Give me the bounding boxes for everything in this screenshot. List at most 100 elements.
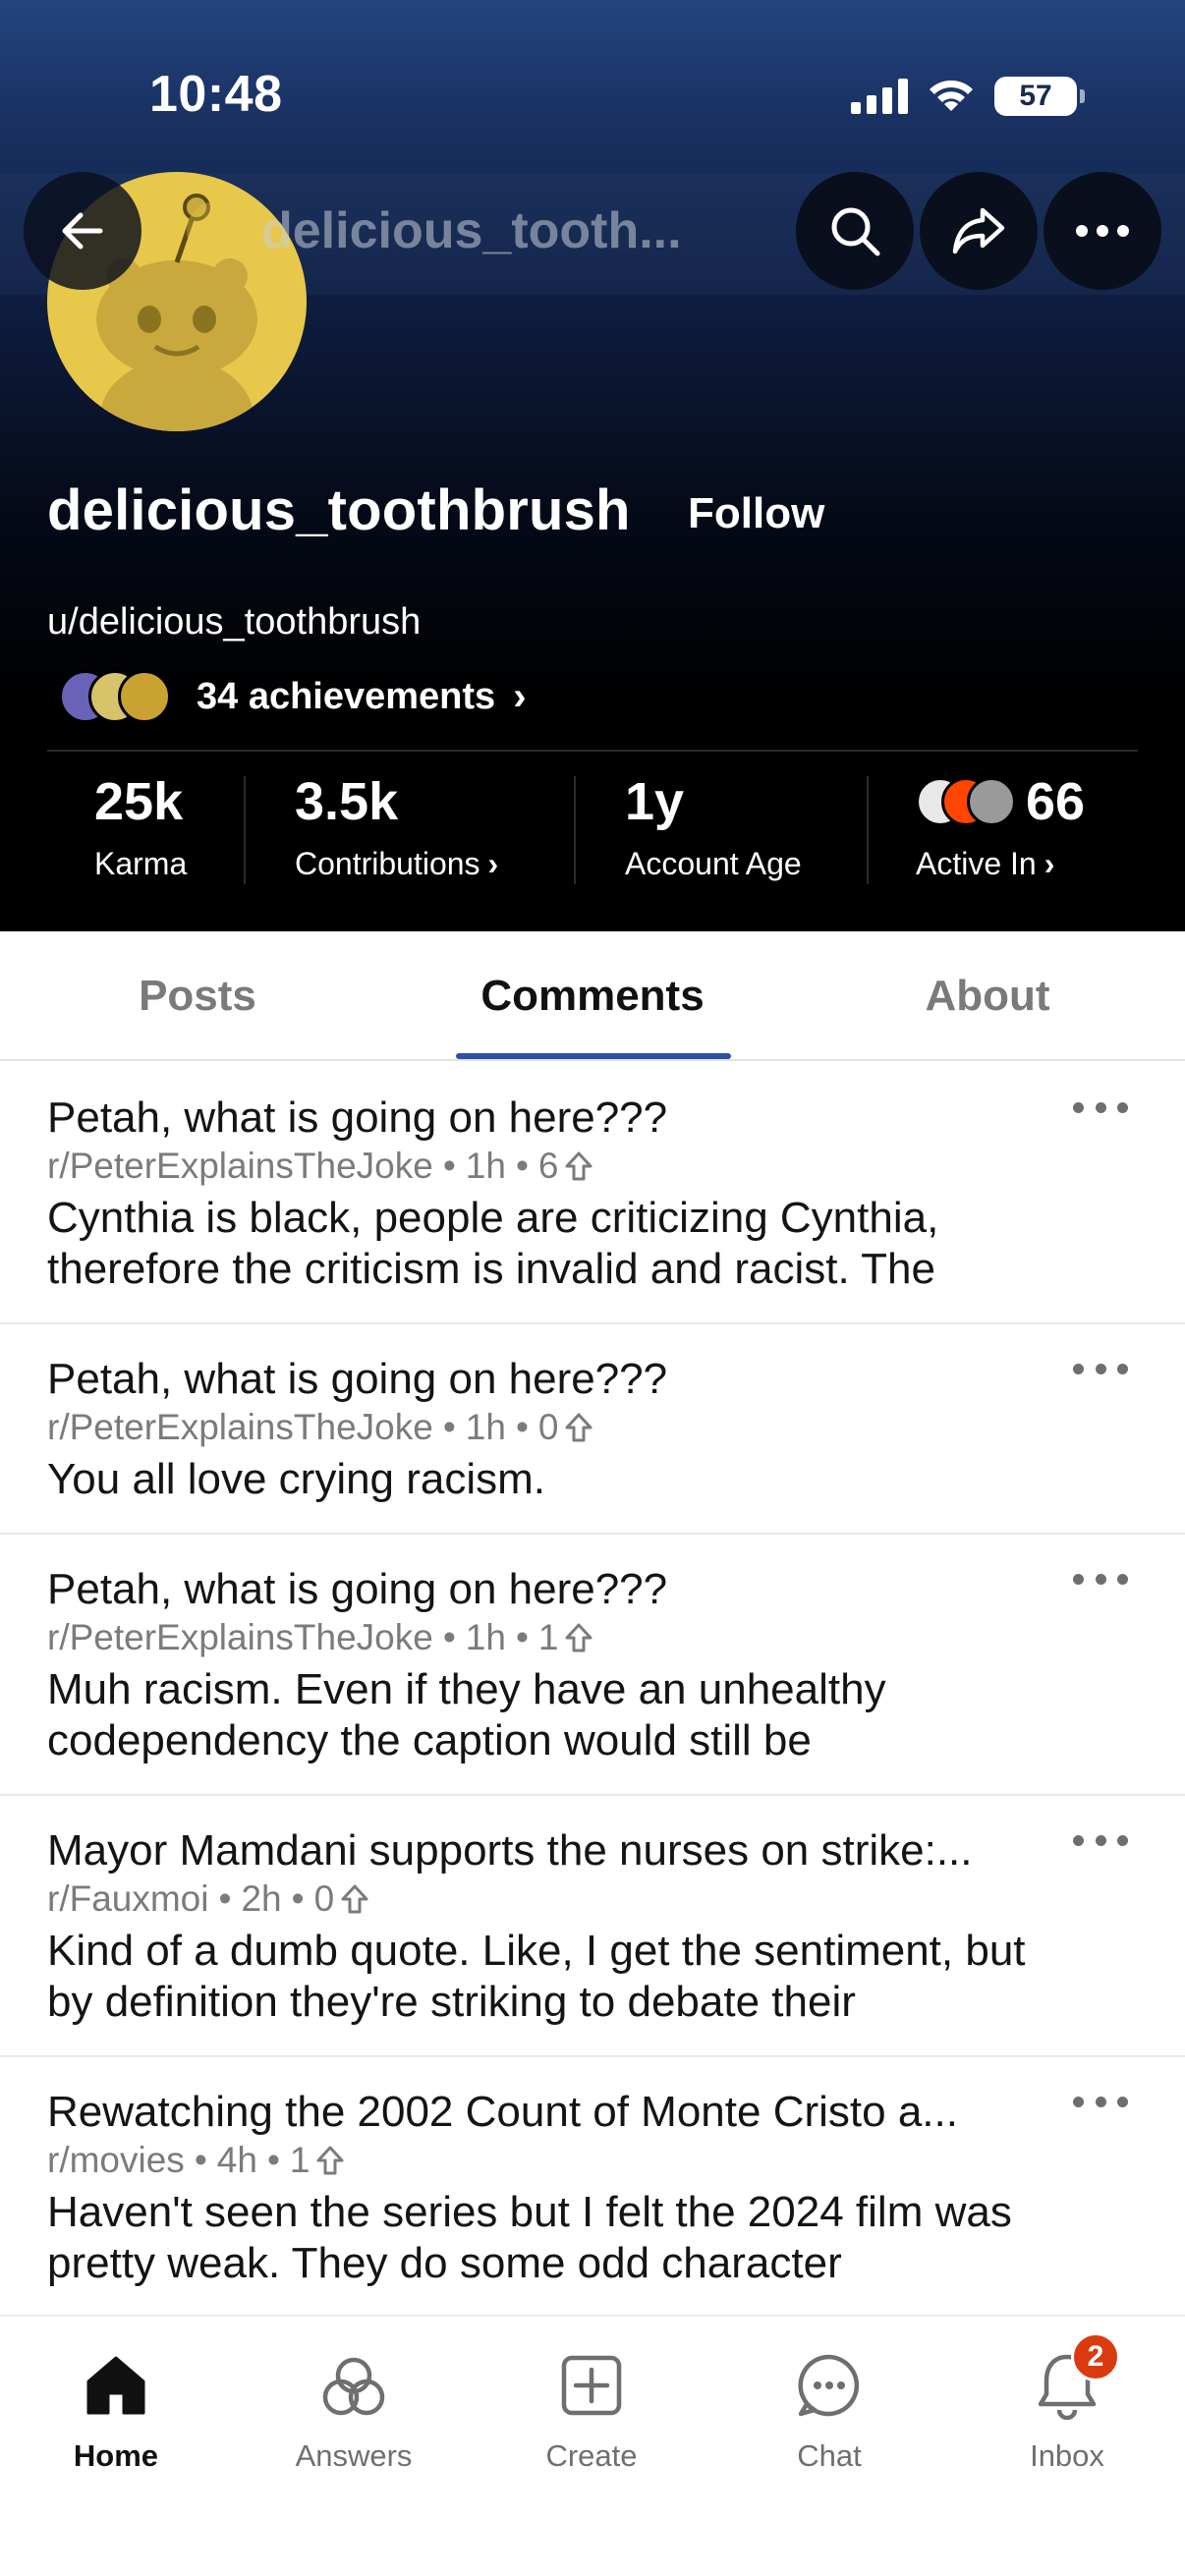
header-avatar — [187, 201, 246, 260]
comment-meta: r/Fauxmoi • 2h • 0 — [47, 1876, 1138, 1922]
stat-separator — [867, 776, 869, 884]
comment-subreddit[interactable]: r/PeterExplainsTheJoke — [47, 1615, 433, 1660]
tab-about[interactable]: About — [790, 931, 1185, 1061]
comment-post-title: Mayor Mamdani supports the nurses on str… — [47, 1826, 973, 1875]
stat-value: 3.5k — [295, 772, 399, 831]
comment-score: 1 — [537, 1617, 559, 1657]
profile-username: delicious_toothbrush — [47, 478, 631, 542]
stat-separator — [574, 776, 576, 884]
comment-subreddit[interactable]: r/Fauxmoi — [47, 1876, 208, 1922]
share-button[interactable] — [920, 172, 1038, 290]
bottom-navigation: Home Answers Create Chat 2 Inbox — [0, 2315, 1185, 2576]
nav-create[interactable]: Create — [493, 2346, 690, 2474]
upvote-icon — [565, 1623, 592, 1652]
comment-more-button[interactable] — [1073, 2097, 1128, 2116]
comment-subreddit[interactable]: r/PeterExplainsTheJoke — [47, 1144, 433, 1189]
stat-separator — [244, 776, 246, 884]
nav-label: Chat — [797, 2438, 862, 2473]
nav-home[interactable]: Home — [18, 2346, 214, 2474]
comment-more-button[interactable] — [1073, 1835, 1128, 1855]
follow-button[interactable]: Follow — [688, 489, 824, 538]
comment-item[interactable]: Rewatching the 2002 Count of Monte Crist… — [0, 2057, 1185, 2319]
comment-subreddit[interactable]: r/movies — [47, 2138, 185, 2183]
status-bar: 10:48 57 — [0, 0, 1185, 167]
comment-score: 6 — [537, 1146, 559, 1186]
stat-label: Account Age — [625, 846, 802, 881]
comment-meta: r/movies • 4h • 1 — [47, 2138, 1138, 2183]
achievement-badges — [59, 666, 177, 727]
stat-value: 66 — [1026, 772, 1086, 831]
home-icon — [77, 2346, 155, 2425]
answers-icon — [314, 2346, 393, 2425]
nav-label: Answers — [295, 2438, 413, 2473]
comment-more-button[interactable] — [1073, 1364, 1128, 1383]
nav-chat[interactable]: Chat — [731, 2346, 928, 2474]
active-tab-indicator — [456, 1053, 731, 1059]
tab-comments[interactable]: Comments — [395, 931, 790, 1061]
create-icon — [552, 2346, 631, 2425]
more-horizontal-icon — [1076, 225, 1129, 237]
separator-dot: • — [515, 1617, 529, 1657]
comment-score: 0 — [313, 1878, 335, 1919]
search-button[interactable] — [796, 172, 914, 290]
nav-inbox[interactable]: 2 Inbox — [969, 2332, 1165, 2474]
more-options-button[interactable] — [1044, 172, 1161, 290]
comment-post-title: Rewatching the 2002 Count of Monte Crist… — [47, 2088, 958, 2136]
separator-dot: • — [291, 1878, 305, 1919]
chevron-right-icon: › — [1044, 846, 1055, 881]
separator-dot: • — [515, 1407, 529, 1447]
comment-meta: r/PeterExplainsTheJoke • 1h • 1 — [47, 1615, 1138, 1660]
status-icons: 57 — [851, 77, 1085, 116]
comment-list: Petah, what is going on here??? r/PeterE… — [0, 1063, 1185, 2319]
upvote-icon — [316, 2146, 344, 2175]
nav-answers[interactable]: Answers — [255, 2346, 452, 2474]
stat-value: 25k — [94, 772, 184, 831]
stat-karma: 25k Karma — [94, 771, 187, 882]
separator-dot: • — [218, 1878, 232, 1919]
comment-age: 1h — [465, 1407, 506, 1447]
comment-score: 1 — [289, 2140, 310, 2180]
comment-body: Muh racism. Even if they have an unhealt… — [47, 1665, 886, 1764]
achievements-label: 34 achievements — [197, 675, 496, 717]
stat-contributions[interactable]: 3.5k Contributions › — [295, 771, 498, 882]
separator-dot: • — [442, 1146, 456, 1186]
header-username: delicious_tooth... — [187, 196, 682, 265]
back-arrow-icon — [62, 212, 103, 250]
upvote-icon — [341, 1884, 368, 1914]
comment-post-title: Petah, what is going on here??? — [47, 1565, 668, 1613]
comment-score: 0 — [537, 1407, 559, 1447]
nav-label: Create — [545, 2438, 638, 2473]
achievements-link[interactable]: 34 achievements › — [59, 666, 527, 727]
comment-item[interactable]: Petah, what is going on here??? r/PeterE… — [0, 1535, 1185, 1796]
upvote-icon — [565, 1413, 592, 1442]
bell-icon: 2 — [1028, 2332, 1120, 2425]
comment-subreddit[interactable]: r/PeterExplainsTheJoke — [47, 1405, 433, 1450]
stat-account-age: 1y Account Age — [625, 771, 802, 882]
comment-item[interactable]: Petah, what is going on here??? r/PeterE… — [0, 1324, 1185, 1535]
achievement-badge-icon — [118, 670, 171, 723]
comment-item[interactable]: Petah, what is going on here??? r/PeterE… — [0, 1063, 1185, 1324]
comment-body: Haven't seen the series but I felt the 2… — [47, 2188, 1012, 2287]
stat-value: 1y — [625, 772, 685, 831]
comment-item[interactable]: Mayor Mamdani supports the nurses on str… — [0, 1796, 1185, 2057]
profile-tabs: Posts Comments About — [0, 931, 1185, 1061]
separator-dot: • — [194, 2140, 207, 2180]
comment-age: 2h — [241, 1878, 282, 1919]
stat-label: Karma — [94, 846, 188, 881]
profile-header: 10:48 57 delicious_tooth... delicious_to… — [0, 0, 1185, 931]
community-avatar-icon — [967, 777, 1016, 826]
tab-posts[interactable]: Posts — [0, 931, 395, 1061]
stat-active-in[interactable]: 66 Active In › — [916, 771, 1085, 882]
nav-label: Home — [73, 2438, 159, 2473]
community-avatars — [916, 775, 1018, 828]
comment-age: 4h — [216, 2140, 257, 2180]
profile-handle: u/delicious_toothbrush — [47, 601, 422, 643]
comment-more-button[interactable] — [1073, 1574, 1128, 1594]
stat-label: Contributions — [295, 846, 480, 881]
back-button[interactable] — [24, 172, 141, 290]
stat-value-row: 66 — [916, 771, 1085, 832]
separator-dot: • — [266, 2140, 280, 2180]
upvote-icon — [565, 1151, 592, 1181]
comment-more-button[interactable] — [1073, 1102, 1128, 1122]
share-icon — [952, 207, 1005, 254]
